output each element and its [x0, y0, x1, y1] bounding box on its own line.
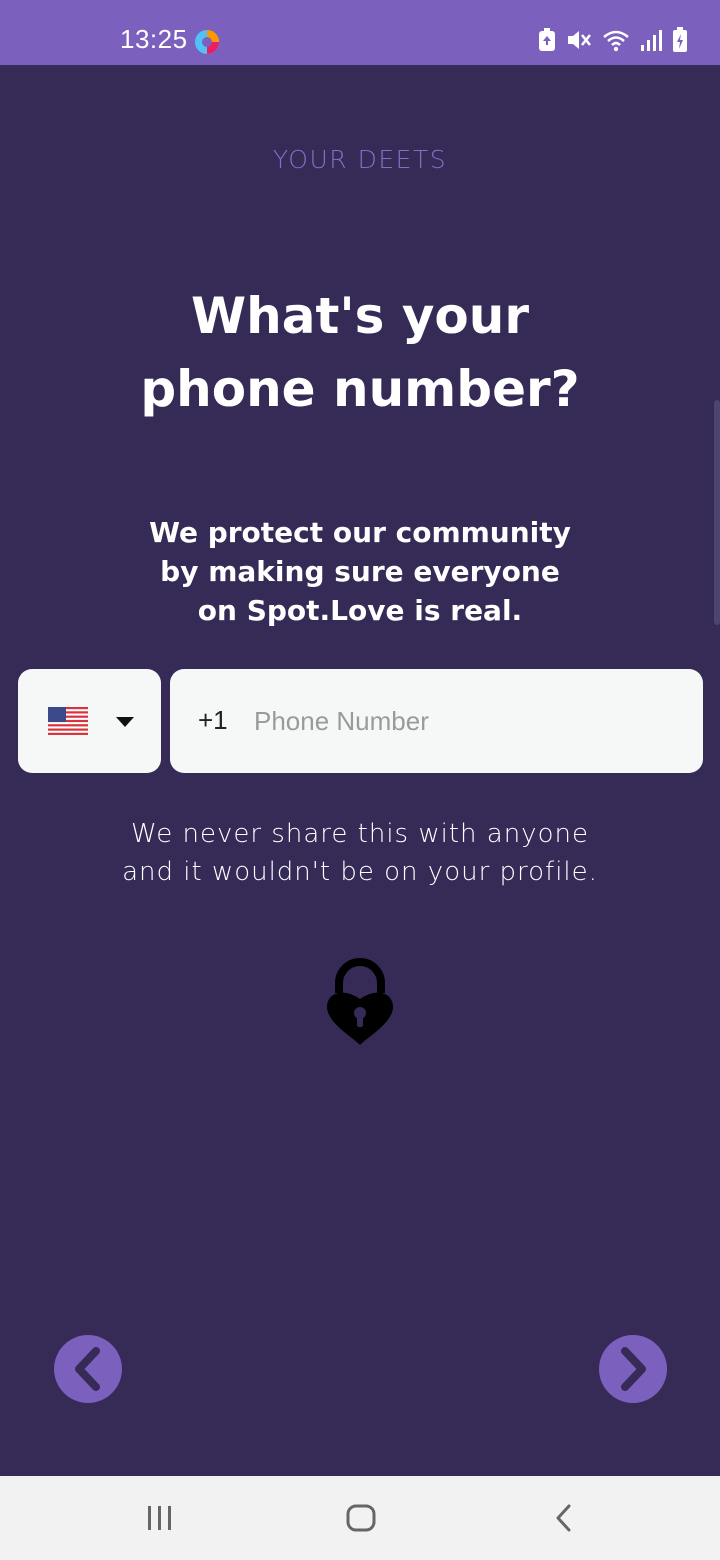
- phone-prefix: +1: [198, 705, 228, 735]
- phone-number-input[interactable]: [254, 691, 674, 751]
- subtitle: We protect our community by making sure …: [0, 513, 720, 630]
- back-button[interactable]: [54, 1335, 122, 1403]
- privacy-note-line: We never share this with anyone: [131, 819, 589, 849]
- recents-icon[interactable]: [146, 1502, 174, 1534]
- page-title-line: phone number?: [140, 360, 580, 418]
- page-title-line: What's your: [190, 287, 530, 345]
- status-icons: [538, 27, 688, 53]
- next-button[interactable]: [599, 1335, 667, 1403]
- page-title: What's your phone number?: [0, 280, 720, 426]
- chevron-left-icon: [75, 1347, 100, 1391]
- country-code-picker[interactable]: [18, 669, 161, 773]
- mute-icon: [568, 31, 591, 49]
- subtitle-line: We protect our community: [149, 516, 571, 549]
- phone-number-field[interactable]: +1: [170, 669, 703, 773]
- chevron-right-icon: [621, 1347, 646, 1391]
- privacy-note-line: and it wouldn't be on your profile.: [122, 857, 598, 887]
- back-icon[interactable]: [552, 1502, 576, 1534]
- battery-charging-icon: [673, 27, 687, 52]
- save-battery-icon: [539, 28, 555, 51]
- status-time: 13:25: [120, 24, 188, 54]
- subtitle-line: by making sure everyone: [160, 555, 560, 588]
- section-tag: YOUR DEETS: [272, 145, 448, 174]
- system-nav-bar: [0, 1476, 720, 1560]
- subtitle-line: on Spot.Love is real.: [197, 594, 523, 627]
- browser-app-icon: [195, 30, 219, 54]
- phone-number-screen: YOUR DEETS What's your phone number? We …: [0, 65, 720, 1476]
- signal-icon: [641, 30, 662, 51]
- home-icon[interactable]: [345, 1502, 377, 1534]
- dropdown-arrow-icon: [116, 717, 134, 727]
- privacy-note: We never share this with anyone and it w…: [0, 815, 720, 891]
- us-flag-icon: [48, 707, 88, 735]
- heart-lock-icon: [327, 958, 393, 1045]
- status-bar: 13:25: [0, 0, 720, 65]
- wifi-icon: [603, 30, 629, 52]
- scroll-indicator[interactable]: [714, 400, 720, 625]
